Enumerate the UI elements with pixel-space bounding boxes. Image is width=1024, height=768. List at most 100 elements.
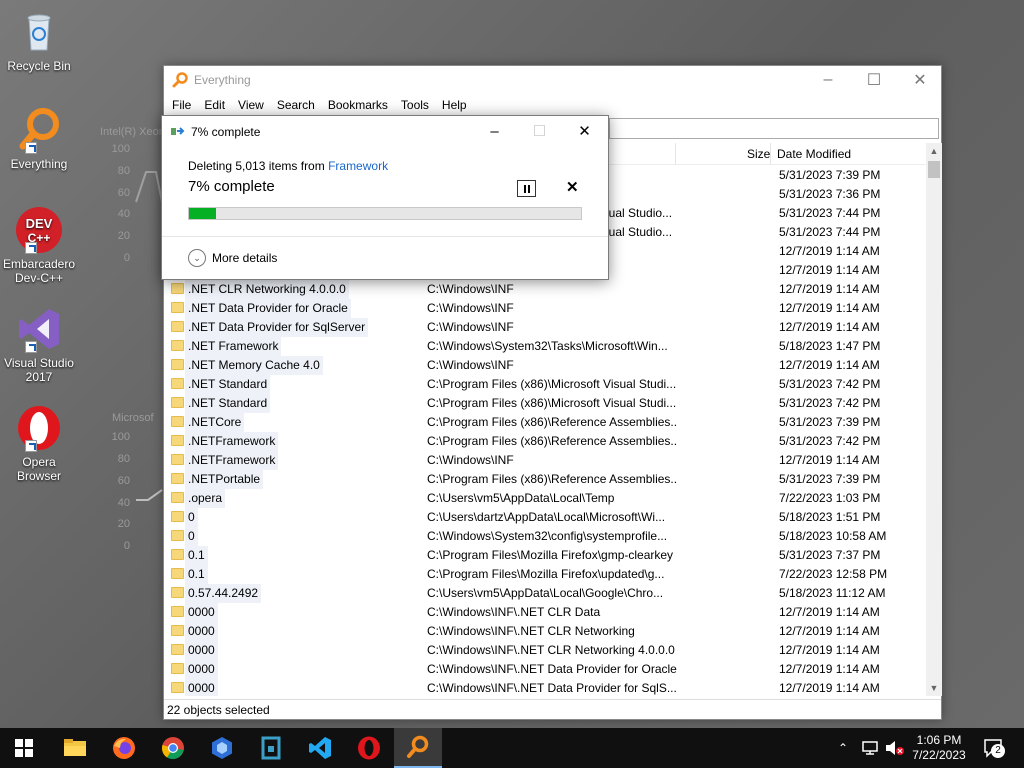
background-chart-tick: 100 <box>111 143 130 155</box>
folder-icon <box>171 587 184 598</box>
show-hidden-icons-chevron-icon[interactable]: ⌃ <box>838 741 848 755</box>
close-button[interactable]: ✕ <box>897 66 943 94</box>
desktop-icon-visual-studio[interactable]: Visual Studio 2017 <box>2 305 76 384</box>
table-row[interactable]: 0.1 C:\Program Files\Mozilla Firefox\gmp-… <box>164 546 926 565</box>
cancel-operation-button[interactable]: ✕ <box>566 178 579 196</box>
table-row[interactable]: .NET Framework C:\Windows\System32\Tasks\… <box>164 337 926 356</box>
background-chart-tick: 80 <box>117 453 130 465</box>
row-name: 0000 <box>185 660 218 679</box>
table-row[interactable]: 0.1 C:\Program Files\Mozilla Firefox\upda… <box>164 565 926 584</box>
dialog-minimize-button[interactable]: – <box>472 116 517 146</box>
folder-icon <box>171 359 184 370</box>
table-row[interactable]: .NET Standard C:\Program Files (x86)\Micr… <box>164 375 926 394</box>
progress-bar <box>188 207 582 220</box>
folder-icon <box>171 416 184 427</box>
background-chart-tick: 40 <box>117 497 130 509</box>
table-row[interactable]: 0000 C:\Windows\INF\.NET CLR Networking 12… <box>164 622 926 641</box>
background-chart-tick: 80 <box>117 165 130 177</box>
delete-progress-dialog[interactable]: 7% complete – ☐ ✕ Deleting 5,013 items f… <box>161 115 609 280</box>
status-bar: 22 objects selected <box>164 699 941 719</box>
desktop-icon-recycle-bin[interactable]: Recycle Bin <box>2 8 76 73</box>
scrollbar-thumb[interactable] <box>928 161 940 178</box>
table-row[interactable]: .NET Data Provider for Oracle C:\Windows\… <box>164 299 926 318</box>
row-date-modified: 5/31/2023 7:42 PM <box>779 377 881 391</box>
background-chart-tick: 40 <box>117 208 130 220</box>
menu-view[interactable]: View <box>238 98 264 112</box>
row-path: C:\Windows\INF <box>427 358 514 372</box>
menu-help[interactable]: Help <box>442 98 467 112</box>
minimize-button[interactable]: – <box>805 66 851 94</box>
action-center-button[interactable]: 2 <box>983 738 1007 758</box>
scroll-up-icon[interactable]: ▲ <box>926 143 942 159</box>
volume-muted-icon[interactable] <box>885 740 905 756</box>
taskbar-chrome[interactable] <box>149 728 197 768</box>
file-operation-icon <box>171 127 185 135</box>
table-row[interactable]: 0 C:\Windows\System32\config\systemprofil… <box>164 527 926 546</box>
menu-bookmarks[interactable]: Bookmarks <box>328 98 388 112</box>
table-row[interactable]: .NETCore C:\Program Files (x86)\Reference… <box>164 413 926 432</box>
taskbar-everything[interactable] <box>394 728 442 768</box>
row-date-modified: 5/31/2023 7:39 PM <box>779 472 881 486</box>
shortcut-arrow-icon <box>25 440 37 452</box>
opera-icon <box>358 736 380 760</box>
row-path: C:\Windows\INF <box>427 282 514 296</box>
row-name: 0000 <box>185 641 218 660</box>
shortcut-arrow-icon <box>25 341 37 353</box>
taskbar-clock[interactable]: 1:06 PM 7/22/2023 <box>906 733 972 763</box>
desktop-icon-everything[interactable]: Everything <box>2 106 76 171</box>
desktop-icon-label: Recycle Bin <box>7 59 71 73</box>
column-date-modified[interactable]: Date Modified <box>777 147 851 161</box>
table-row[interactable]: .NET Memory Cache 4.0 C:\Windows\INF 12/7/… <box>164 356 926 375</box>
taskbar-opera[interactable] <box>345 728 393 768</box>
scroll-down-icon[interactable]: ▼ <box>926 680 942 696</box>
taskbar-firefox[interactable] <box>100 728 148 768</box>
table-row[interactable]: .NETFramework C:\Windows\INF 12/7/2019 1:1… <box>164 451 926 470</box>
taskbar-dev-tool[interactable] <box>247 728 295 768</box>
menu-edit[interactable]: Edit <box>204 98 225 112</box>
background-chart-tick: 60 <box>117 187 130 199</box>
table-row[interactable]: 0 C:\Users\dartz\AppData\Local\Microsoft\… <box>164 508 926 527</box>
row-path: C:\Windows\INF <box>427 320 514 334</box>
desktop-icon-opera[interactable]: Opera Browser <box>2 404 76 483</box>
taskbar-app-blue[interactable] <box>198 728 246 768</box>
menu-search[interactable]: Search <box>277 98 315 112</box>
menu-bar: File Edit View Search Bookmarks Tools He… <box>164 94 941 116</box>
row-path: C:\Program Files\Mozilla Firefox\gmp-cle… <box>427 548 674 562</box>
more-details-toggle[interactable]: ⌄ More details <box>188 249 277 267</box>
table-row[interactable]: 0000 C:\Windows\INF\.NET Data Provider fo… <box>164 660 926 679</box>
menu-tools[interactable]: Tools <box>401 98 429 112</box>
table-row[interactable]: .NETPortable C:\Program Files (x86)\Refer… <box>164 470 926 489</box>
folder-icon <box>171 321 184 332</box>
row-name: .NET Standard <box>185 375 271 394</box>
background-chart-title: Microsof <box>112 412 154 424</box>
background-chart-tick: 0 <box>123 252 130 264</box>
taskbar-file-explorer[interactable] <box>51 728 99 768</box>
row-date-modified: 12/7/2019 1:14 AM <box>779 320 880 334</box>
taskbar-vscode[interactable] <box>296 728 344 768</box>
row-name: .NET CLR Networking 4.0.0.0 <box>185 280 349 299</box>
table-row[interactable]: .NET Standard C:\Program Files (x86)\Micr… <box>164 394 926 413</box>
table-row[interactable]: 0.57.44.2492 C:\Users\vm5\AppData\Local\G… <box>164 584 926 603</box>
search-input[interactable] <box>609 118 939 139</box>
more-details-label: More details <box>212 251 278 265</box>
network-icon[interactable] <box>862 740 880 756</box>
pause-button[interactable] <box>517 180 536 197</box>
table-row[interactable]: .NETFramework C:\Program Files (x86)\Refe… <box>164 432 926 451</box>
desktop-icon-devcpp[interactable]: DEV C++ Embarcadero Dev-C++ <box>2 206 76 285</box>
maximize-button[interactable]: ☐ <box>851 66 897 94</box>
source-folder-link[interactable]: Framework <box>328 159 388 173</box>
start-button[interactable] <box>0 728 48 768</box>
column-size[interactable]: Size <box>747 147 770 161</box>
hexagon-app-icon <box>212 737 232 759</box>
vertical-scrollbar[interactable]: ▲ ▼ <box>926 143 942 696</box>
table-row[interactable]: .opera C:\Users\vm5\AppData\Local\Temp 7/2… <box>164 489 926 508</box>
progress-bar-fill <box>189 208 217 219</box>
table-row[interactable]: 0000 C:\Windows\INF\.NET Data Provider fo… <box>164 679 926 696</box>
table-row[interactable]: .NET CLR Networking 4.0.0.0 C:\Windows\IN… <box>164 280 926 299</box>
dialog-close-button[interactable]: ✕ <box>562 116 607 146</box>
table-row[interactable]: 0000 C:\Windows\INF\.NET CLR Data 12/7/201… <box>164 603 926 622</box>
table-row[interactable]: 0000 C:\Windows\INF\.NET CLR Networking 4… <box>164 641 926 660</box>
table-row[interactable]: .NET Data Provider for SqlServer C:\Windo… <box>164 318 926 337</box>
menu-file[interactable]: File <box>172 98 191 112</box>
folder-icon <box>64 739 86 756</box>
